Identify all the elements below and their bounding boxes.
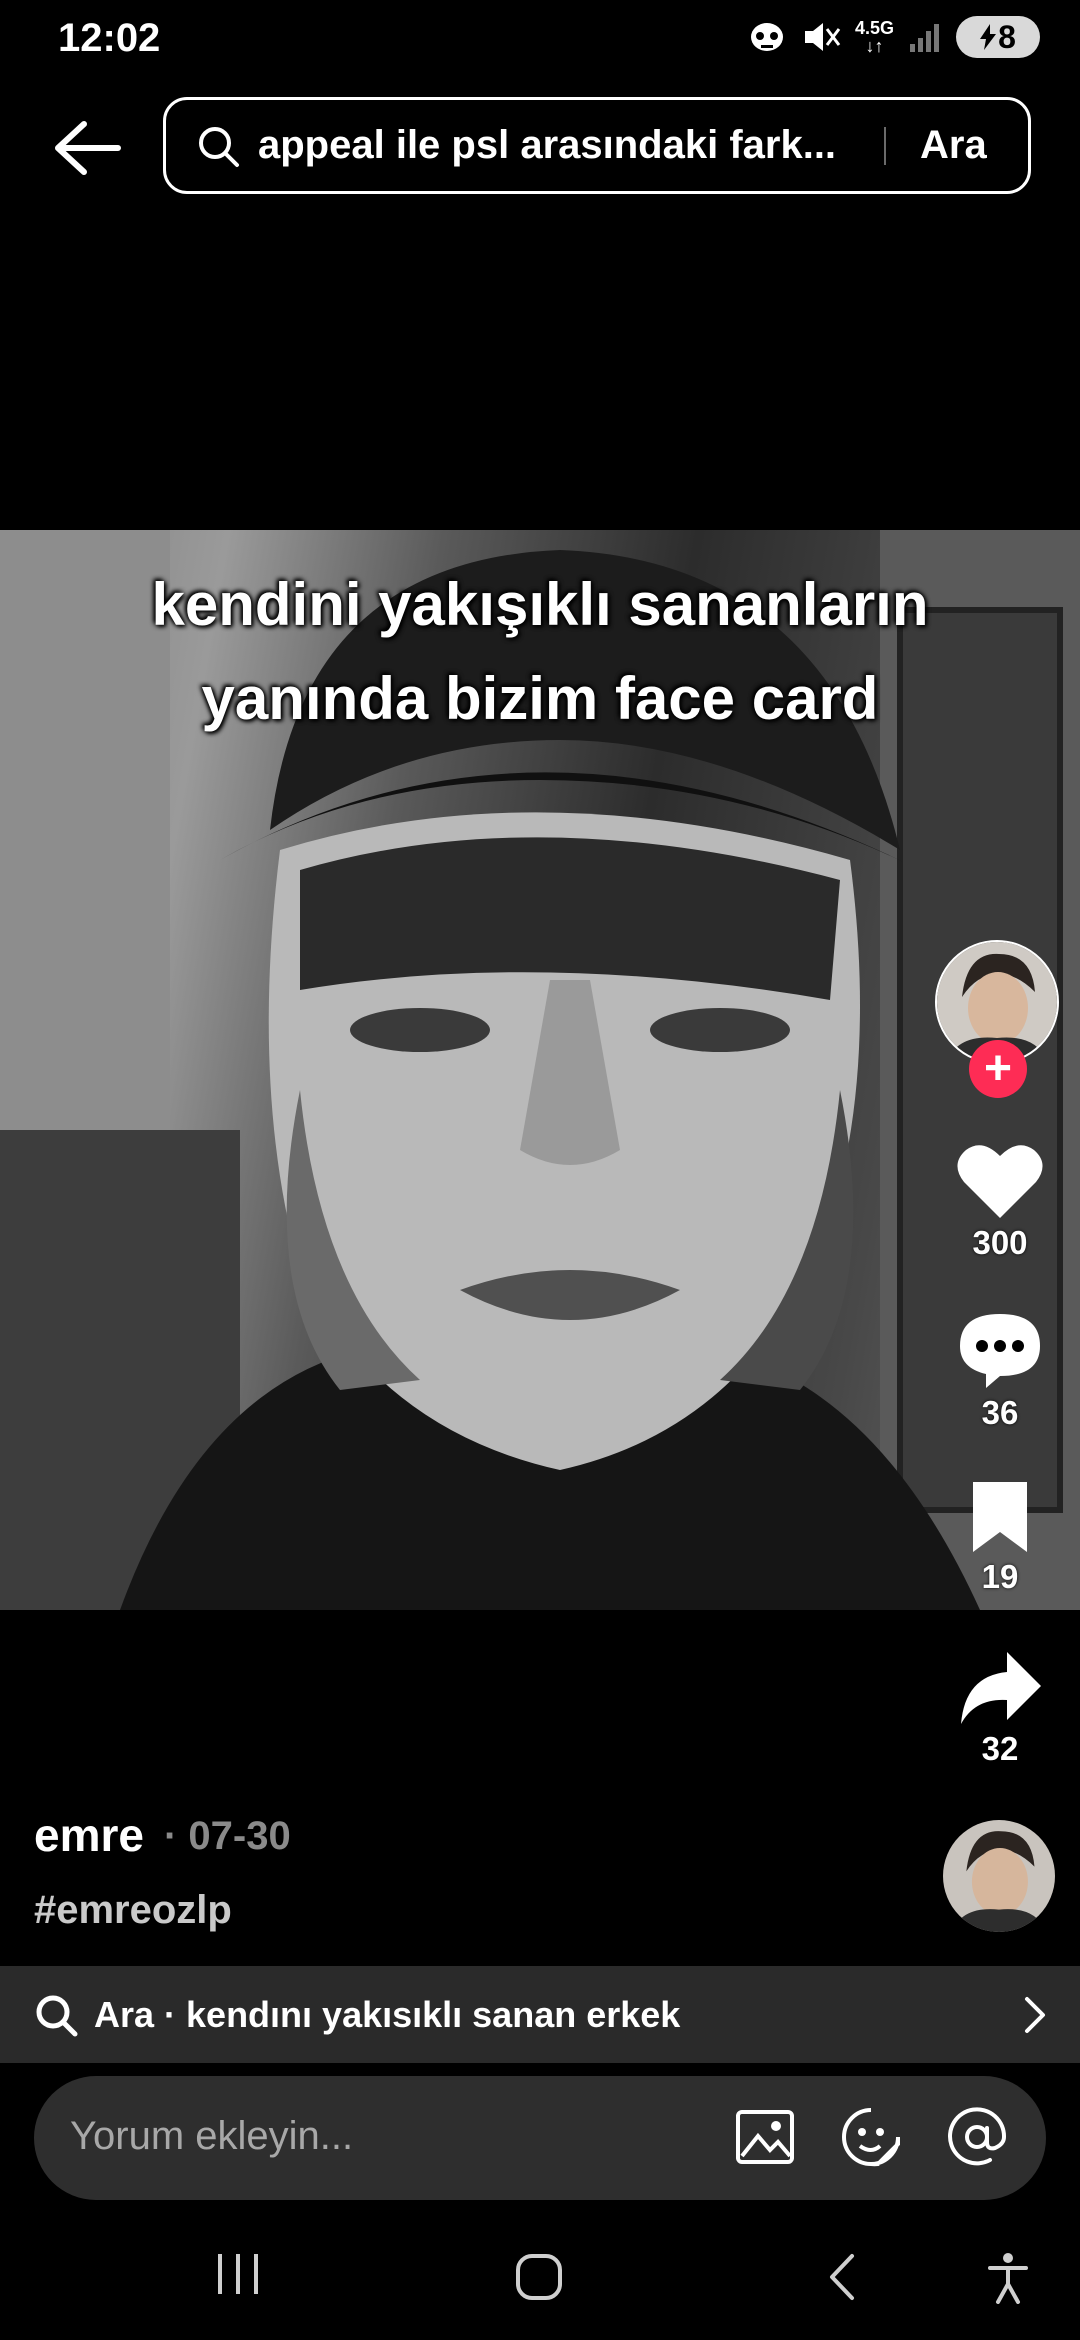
avatar-image: [943, 1820, 1055, 1932]
search-query[interactable]: appeal ile psl arasındaki fark...: [258, 123, 868, 168]
mute-icon: [804, 23, 841, 51]
save-count: 19: [981, 1558, 1019, 1595]
accessibility-icon[interactable]: [986, 2252, 1030, 2304]
share-count: 32: [981, 1730, 1019, 1767]
signal-icon: [910, 24, 939, 52]
search-bar[interactable]: appeal ile psl arasındaki fark... Ara: [163, 97, 1031, 194]
battery-level: 8: [998, 18, 1016, 55]
home-icon[interactable]: [514, 2252, 564, 2302]
recent-apps-icon[interactable]: [214, 2252, 264, 2296]
share-arrow-icon: [961, 1652, 1041, 1724]
emoji-sticker-icon[interactable]: [840, 2106, 902, 2168]
comment-input-bar[interactable]: Yorum ekleyin...: [34, 2076, 1046, 2200]
hashtag-link[interactable]: #emreozlp: [34, 1888, 232, 1933]
search-divider: [884, 126, 886, 165]
search-button[interactable]: Ara: [920, 123, 987, 168]
status-time: 12:02: [58, 16, 161, 60]
video-caption: kendini yakışıklı sananların yanında biz…: [0, 558, 1080, 746]
like-count: 300: [972, 1224, 1028, 1261]
comment-count: 36: [981, 1394, 1019, 1431]
comment-input[interactable]: Yorum ekleyin...: [70, 2114, 353, 2159]
image-icon[interactable]: [734, 2106, 796, 2168]
search-icon: [199, 126, 239, 167]
creator-avatar[interactable]: +: [935, 940, 1059, 1098]
search-icon: [36, 1995, 78, 2036]
battery-indicator: 8: [956, 16, 1040, 58]
status-bar: 12:02 4.5G ↓↑ 8: [0, 0, 1080, 82]
comment-icon: [960, 1314, 1040, 1388]
post-date: · 07-30: [164, 1814, 291, 1858]
comment-button[interactable]: 36: [920, 1310, 1080, 1432]
save-button[interactable]: 19: [920, 1480, 1080, 1596]
share-button[interactable]: 32: [920, 1650, 1080, 1768]
related-search-text: Ara · kendını yakısıklı sanan erkek: [94, 1993, 681, 2035]
system-nav-bar: [0, 2210, 1080, 2340]
related-search-bar[interactable]: Ara · kendını yakısıklı sanan erkek: [0, 1966, 1080, 2063]
caption-line-1: kendini yakışıklı sananların: [151, 571, 929, 638]
video-player[interactable]: kendini yakışıklı sananların yanında biz…: [0, 530, 1080, 1610]
caption-line-2: yanında bizim face card: [201, 665, 879, 732]
like-button[interactable]: 300: [920, 1140, 1080, 1262]
alien-icon: [750, 23, 783, 51]
charging-icon: [980, 24, 997, 50]
bookmark-icon: [973, 1482, 1027, 1552]
author-name[interactable]: emre: [34, 1808, 144, 1862]
mention-icon[interactable]: [946, 2106, 1008, 2168]
status-icons: 4.5G ↓↑ 8: [747, 16, 1040, 58]
back-arrow-icon[interactable]: [52, 118, 124, 178]
music-avatar[interactable]: [943, 1820, 1055, 1932]
heart-icon: [957, 1145, 1043, 1218]
chevron-right-icon: [1025, 1997, 1045, 2033]
back-nav-icon[interactable]: [826, 2252, 856, 2302]
follow-plus-button[interactable]: +: [969, 1040, 1027, 1098]
network-type: 4.5G ↓↑: [854, 18, 894, 56]
